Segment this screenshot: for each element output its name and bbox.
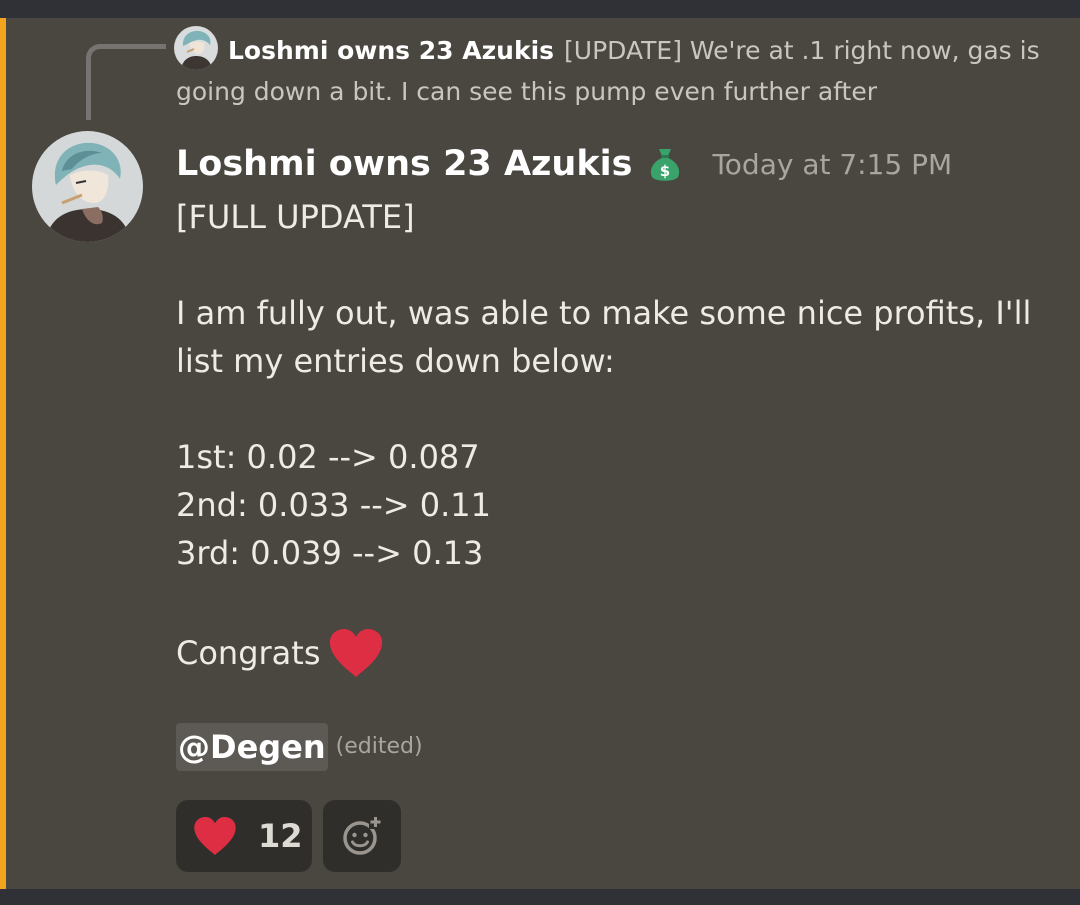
reply-author[interactable]: Loshmi owns 23 Azukis xyxy=(228,36,554,65)
message-header: Loshmi owns 23 Azukis $ Today at 7:15 PM xyxy=(176,138,952,190)
svg-text:$: $ xyxy=(660,162,670,180)
top-divider xyxy=(0,0,1080,18)
reactions-bar: 12 xyxy=(176,800,401,872)
message[interactable]: Loshmi owns 23 Azukis [UPDATE] We're at .… xyxy=(0,18,1080,889)
edited-label: (edited) xyxy=(335,734,423,759)
red-heart-icon xyxy=(327,627,385,679)
message-line: 1st: 0.02 --> 0.087 xyxy=(176,438,480,476)
avatar[interactable] xyxy=(32,131,143,242)
reply-connector xyxy=(86,44,166,120)
add-reaction-button[interactable] xyxy=(323,800,401,872)
message-line: I am fully out, was able to make some ni… xyxy=(176,294,1032,332)
red-heart-icon xyxy=(194,816,236,856)
message-content: [FULL UPDATE] I am fully out, was able t… xyxy=(176,193,1056,773)
message-line: Congrats xyxy=(176,629,1056,677)
congrats-text: Congrats xyxy=(176,634,321,672)
money-bag-icon: $ xyxy=(648,145,682,183)
message-line: 2nd: 0.033 --> 0.11 xyxy=(176,486,492,524)
reaction-count: 12 xyxy=(258,817,303,855)
mention-highlight-bar xyxy=(0,18,6,889)
message-line: [FULL UPDATE] xyxy=(176,198,415,236)
message-line: list my entries down below: xyxy=(176,342,615,380)
mention-line: @Degen (edited) xyxy=(176,721,1056,773)
timestamp[interactable]: Today at 7:15 PM xyxy=(712,148,952,181)
author-name[interactable]: Loshmi owns 23 Azukis xyxy=(176,144,632,184)
bottom-divider xyxy=(0,889,1080,905)
reaction-heart[interactable]: 12 xyxy=(176,800,312,872)
message-line: 3rd: 0.039 --> 0.13 xyxy=(176,534,484,572)
reply-preview[interactable]: Loshmi owns 23 Azukis [UPDATE] We're at .… xyxy=(176,30,1056,112)
add-reaction-icon xyxy=(343,816,382,855)
user-mention[interactable]: @Degen xyxy=(176,723,328,771)
